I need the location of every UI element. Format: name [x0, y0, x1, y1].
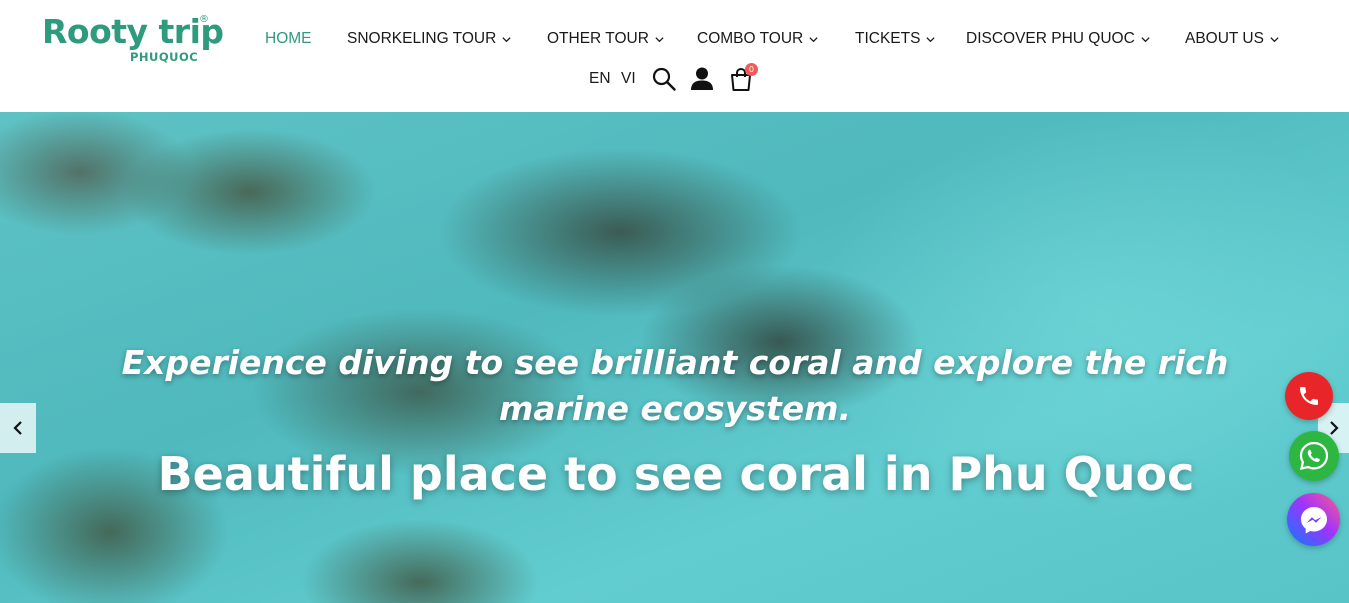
user-icon[interactable] [689, 66, 715, 92]
lang-en-link[interactable]: EN [589, 70, 611, 88]
hero-caption: Experience diving to see brilliant coral… [121, 343, 1229, 428]
chevron-down-icon [655, 36, 664, 42]
registered-mark: ® [199, 14, 209, 25]
nav-item-label: COMBO TOUR [697, 30, 804, 47]
nav-item-about-us[interactable]: ABOUT US [1185, 30, 1280, 48]
whatsapp-icon [1299, 441, 1329, 470]
nav-item-label: SNORKELING TOUR [347, 30, 497, 47]
chevron-down-icon [502, 36, 511, 42]
cart-count-badge: 0 [745, 63, 758, 76]
nav-item-snorkeling-tour[interactable]: SNORKELING TOUR [347, 30, 512, 48]
nav-item-home[interactable]: HOME [265, 30, 312, 48]
site-header: Rooty trip ® PHUQUOC HOME SNORKELING TOU… [0, 0, 1349, 112]
messenger-button[interactable] [1287, 493, 1340, 546]
brand-name: Rooty trip [42, 12, 224, 51]
chevron-down-icon [926, 36, 936, 42]
nav-item-other-tour[interactable]: OTHER TOUR [547, 30, 665, 48]
whatsapp-button[interactable] [1289, 431, 1339, 481]
nav-item-combo-tour[interactable]: COMBO TOUR [697, 30, 819, 48]
search-icon[interactable] [651, 66, 677, 92]
chevron-right-icon [1329, 421, 1339, 435]
chevron-down-icon [1270, 36, 1279, 42]
call-button[interactable] [1285, 372, 1333, 420]
brand-location: PHUQUOC [130, 50, 199, 64]
nav-item-label: OTHER TOUR [547, 30, 649, 47]
slider-prev-button[interactable] [0, 403, 36, 453]
chevron-left-icon [13, 421, 22, 435]
chevron-down-icon [809, 36, 818, 42]
nav-item-label: DISCOVER PHU QUOC [966, 30, 1135, 47]
nav-item-label: HOME [265, 30, 312, 47]
nav-item-tickets[interactable]: TICKETS [855, 30, 936, 48]
hero-title: Beautiful place to see coral in Phu Quoc [157, 447, 1195, 501]
chevron-down-icon [1141, 36, 1150, 42]
nav-item-discover-phu-quoc[interactable]: DISCOVER PHU QUOC [966, 30, 1151, 48]
nav-item-label: ABOUT US [1185, 30, 1264, 47]
phone-icon [1300, 387, 1318, 405]
messenger-icon [1300, 506, 1327, 533]
brand-logo[interactable]: Rooty trip ® PHUQUOC [42, 12, 224, 68]
hero-slider: Experience diving to see brilliant coral… [0, 112, 1349, 603]
nav-item-label: TICKETS [855, 30, 921, 47]
lang-vi-link[interactable]: VI [621, 70, 636, 88]
